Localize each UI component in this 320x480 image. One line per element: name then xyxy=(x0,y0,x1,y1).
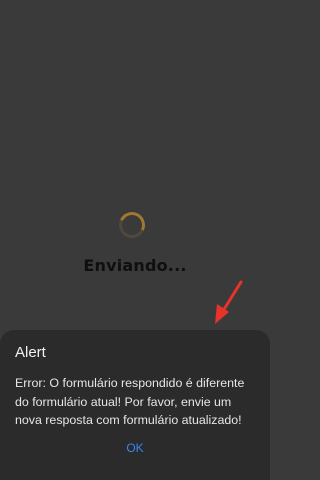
loading-spinner-icon xyxy=(115,208,149,242)
alert-message: Error: O formulário respondido é diferen… xyxy=(15,376,245,427)
alert-title: Alert xyxy=(15,344,46,361)
alert-dialog: Alert Error: O formulário respondido é d… xyxy=(0,330,270,480)
ok-button[interactable]: OK xyxy=(105,437,165,459)
loading-text: Enviando... xyxy=(83,256,187,275)
